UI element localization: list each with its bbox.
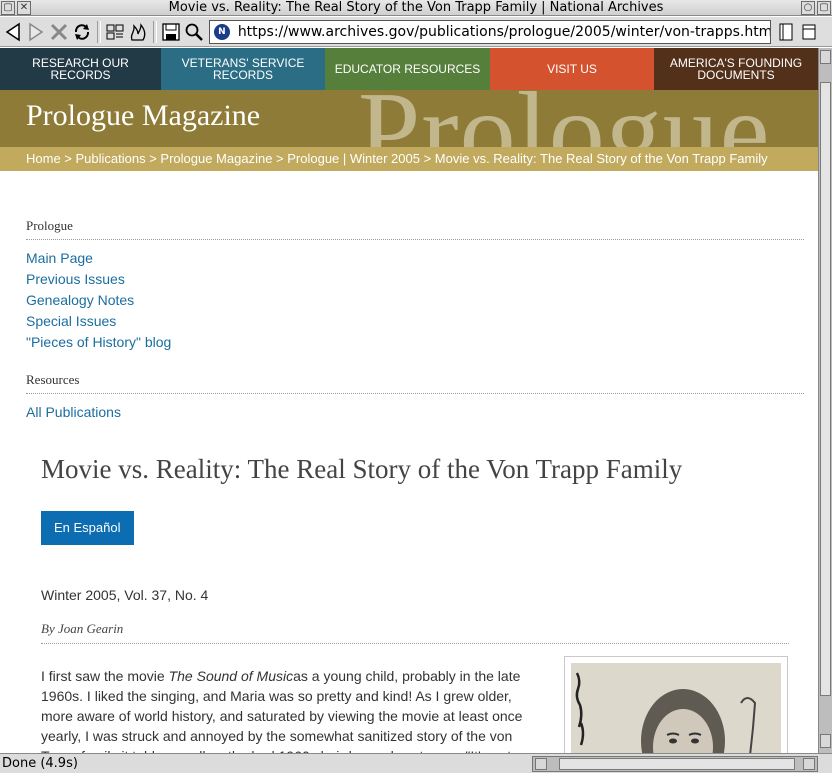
forward-icon [29, 22, 44, 41]
maria-photo-image [571, 663, 781, 753]
save-icon [162, 22, 180, 41]
status-text: Done (4.9s) [2, 756, 78, 771]
reload-button[interactable] [71, 20, 93, 44]
window-back-button[interactable]: ▢ [1, 0, 15, 15]
banner-watermark: Prologue [358, 90, 770, 147]
scroll-right-arrow-icon[interactable] [803, 757, 815, 770]
resources-button[interactable] [127, 20, 149, 44]
sidebar-link-all-publications[interactable]: All Publications [26, 402, 804, 423]
article-title: Movie vs. Reality: The Real Story of the… [41, 454, 683, 484]
nav-veterans-records[interactable]: Veterans' Service Records [161, 48, 325, 90]
nav-educator-resources[interactable]: Educator Resources [325, 48, 490, 90]
sidebar-link-genealogy-notes[interactable]: Genealogy Notes [26, 290, 804, 311]
reload-icon [74, 23, 90, 40]
find-button[interactable] [183, 20, 205, 44]
body-text-start: I first saw the movie [41, 668, 169, 684]
hotlist-icon [106, 24, 124, 39]
site-favicon-icon: N [214, 23, 230, 40]
window-toggle-size-button[interactable]: ▢ [817, 0, 831, 15]
sidebar-heading-resources: Resources [26, 372, 804, 394]
spanish-version-button[interactable]: En Español [41, 511, 134, 545]
scale-button[interactable] [798, 20, 820, 44]
bookmark-icon [802, 24, 816, 39]
status-bar: Done (4.9s) [0, 753, 832, 773]
window-title-bar[interactable]: ▢ ✕ Movie vs. Reality: The Real Story of… [0, 0, 832, 16]
hotlist-button[interactable] [104, 20, 126, 44]
film-title: The Sound of Music [168, 668, 294, 684]
back-icon [5, 22, 20, 41]
magazine-title[interactable]: Prologue Magazine [26, 99, 260, 133]
nav-founding-documents[interactable]: America's Founding Documents [654, 48, 818, 90]
toolbar-separator [97, 20, 101, 43]
url-bar[interactable]: N https://www.archives.gov/publications/… [209, 19, 771, 44]
article: Movie vs. Reality: The Real Story of the… [41, 454, 789, 753]
url-text[interactable]: https://www.archives.gov/publications/pr… [238, 24, 770, 40]
horizontal-scrollbar[interactable] [532, 755, 818, 772]
scroll-down-arrow-icon[interactable] [820, 734, 831, 748]
scroll-up-arrow-icon[interactable] [820, 50, 831, 64]
horizontal-scroll-thumb[interactable] [559, 757, 795, 770]
window-title: Movie vs. Reality: The Real Story of the… [168, 0, 664, 15]
nav-visit-us[interactable]: Visit Us [490, 48, 654, 90]
fire-icon [130, 22, 146, 41]
vertical-scrollbar[interactable] [818, 48, 832, 753]
article-body-paragraph: I first saw the movie The Sound of Music… [41, 666, 541, 753]
history-button[interactable] [775, 20, 797, 44]
window-iconify-button[interactable]: ○ [801, 0, 815, 15]
forward-button[interactable] [25, 20, 47, 44]
sidebar-heading-prologue: Prologue [26, 218, 804, 240]
page-viewport[interactable]: Research Our Records Veterans' Service R… [0, 48, 818, 753]
vertical-scroll-thumb[interactable] [820, 82, 831, 696]
toolbar-separator [153, 20, 157, 43]
breadcrumb[interactable]: Home > Publications > Prologue Magazine … [0, 147, 818, 171]
stop-icon [50, 23, 68, 40]
scroll-left-arrow-icon[interactable] [535, 757, 547, 770]
back-button[interactable] [2, 20, 24, 44]
side-navigation: Prologue Main Page Previous Issues Genea… [26, 218, 804, 423]
magazine-banner: Prologue Prologue Magazine [0, 90, 818, 147]
site-navigation: Research Our Records Veterans' Service R… [0, 48, 818, 90]
browser-toolbar: N https://www.archives.gov/publications/… [0, 17, 832, 47]
portrait-photo-icon [571, 663, 781, 753]
sidebar-link-special-issues[interactable]: Special Issues [26, 311, 804, 332]
issue-info: Winter 2005, Vol. 37, No. 4 [41, 587, 209, 603]
history-icon [779, 23, 793, 40]
save-button[interactable] [160, 20, 182, 44]
stop-button[interactable] [48, 20, 70, 44]
sidebar-link-previous-issues[interactable]: Previous Issues [26, 269, 804, 290]
find-icon [185, 23, 203, 41]
nav-research-records[interactable]: Research Our Records [0, 48, 161, 90]
sidebar-link-main-page[interactable]: Main Page [26, 248, 804, 269]
sidebar-link-blog[interactable]: "Pieces of History" blog [26, 332, 804, 353]
window-close-button[interactable]: ✕ [17, 0, 31, 15]
article-photo[interactable] [564, 656, 788, 753]
article-byline: By Joan Gearin [41, 621, 789, 644]
